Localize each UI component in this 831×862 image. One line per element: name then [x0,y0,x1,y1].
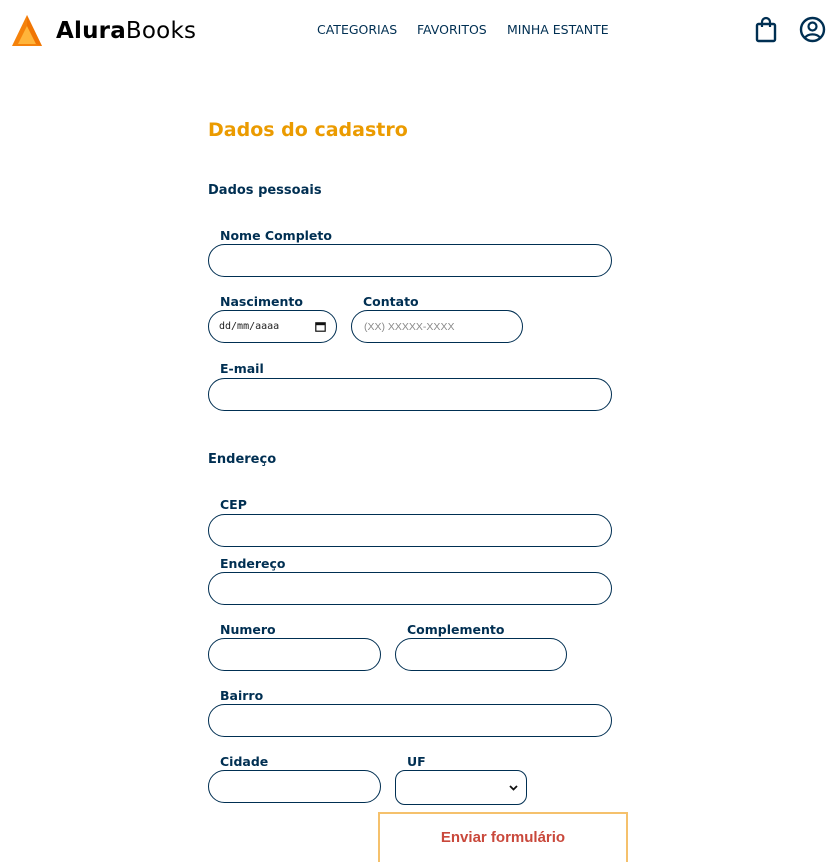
uf-select[interactable] [395,770,527,805]
district-label: Bairro [220,688,264,703]
number-label: Numero [220,622,276,637]
birth-date-input[interactable]: dd/mm/aaaa [208,310,337,343]
birth-date-label: Nascimento [220,294,303,309]
contact-placeholder: (XX) XXXXX-XXXX [364,320,455,333]
contact-input[interactable]: (XX) XXXXX-XXXX [351,310,523,343]
district-input[interactable] [208,704,612,737]
submit-form-button[interactable]: Enviar formulário [378,812,628,862]
page-title: Dados do cadastro [208,119,408,141]
full-name-label: Nome Completo [220,228,332,243]
city-label: Cidade [220,754,269,769]
user-circle-icon[interactable] [799,16,826,48]
shopping-bag-icon[interactable] [754,16,778,49]
street-input[interactable] [208,572,612,605]
cep-label: CEP [220,497,247,512]
section-personal-data: Dados pessoais [208,183,322,198]
city-input[interactable] [208,770,381,803]
calendar-icon[interactable] [315,321,326,332]
brand-logo[interactable]: AluraBooks [11,14,196,48]
section-address: Endereço [208,452,277,467]
nav-my-shelf[interactable]: MINHA ESTANTE [507,22,609,37]
email-label: E-mail [220,361,264,376]
street-label: Endereço [220,556,286,571]
cep-input[interactable] [208,514,612,547]
nav-categories[interactable]: CATEGORIAS [317,22,397,37]
brand-name: AluraBooks [56,18,197,44]
complement-label: Complemento [407,622,505,637]
birth-date-placeholder: dd/mm/aaaa [219,321,280,332]
contact-label: Contato [363,294,419,309]
nav-favorites[interactable]: FAVORITOS [417,22,487,37]
alura-logo-icon [12,15,42,46]
email-input[interactable] [208,378,612,411]
number-input[interactable] [208,638,381,671]
chevron-down-icon [509,784,518,791]
complement-input[interactable] [395,638,567,671]
uf-label: UF [407,754,426,769]
full-name-input[interactable] [208,244,612,277]
